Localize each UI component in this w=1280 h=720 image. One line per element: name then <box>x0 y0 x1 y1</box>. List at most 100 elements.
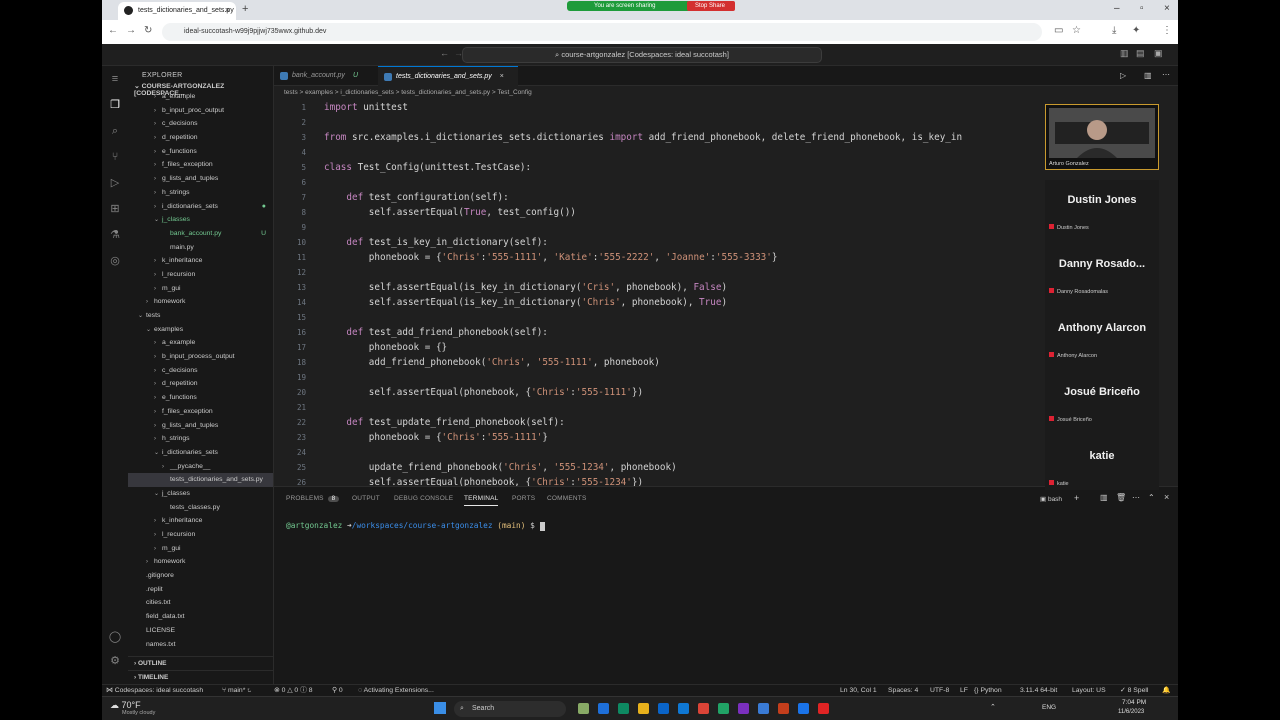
menu-icon[interactable]: ≡ <box>108 72 122 86</box>
kill-terminal-icon[interactable]: 🗑 <box>1116 493 1126 502</box>
source-control-icon[interactable]: ⑂ <box>108 150 122 164</box>
chrome-profile-icon[interactable] <box>798 703 809 714</box>
tree-item[interactable]: ⌄ j_classes <box>128 213 273 227</box>
tree-item[interactable]: cities.txt <box>128 596 273 610</box>
stop-share-button[interactable]: Stop Share <box>687 1 735 11</box>
cast-icon[interactable]: ▭ <box>1054 25 1063 36</box>
reload-icon[interactable]: ↻ <box>144 25 152 36</box>
language-indicator[interactable]: ENG <box>1042 704 1056 711</box>
tree-item[interactable]: › c_decisions <box>128 364 273 378</box>
url-field[interactable]: ideal-succotash-w99j9pjjwj735wwx.github.… <box>162 23 1042 41</box>
explorer-icon[interactable]: ❐ <box>108 98 122 112</box>
tree-item[interactable]: › l_recursion <box>128 268 273 282</box>
tab-debug-console[interactable]: DEBUG CONSOLE <box>394 495 453 502</box>
testing-icon[interactable]: ⚗ <box>108 228 122 242</box>
clock-time[interactable]: 7:04 PM <box>1122 699 1146 706</box>
tab-comments[interactable]: COMMENTS <box>547 495 587 502</box>
nav-back-icon[interactable]: ← <box>440 48 449 58</box>
tree-item[interactable]: › d_repetition <box>128 377 273 391</box>
sidebar-toggle-icon[interactable]: ▣ <box>1154 48 1163 59</box>
maximize-button[interactable]: ▫ <box>1140 3 1144 14</box>
excel-icon[interactable] <box>718 703 729 714</box>
tree-item[interactable]: tests_classes.py <box>128 501 273 515</box>
layout-icon[interactable]: ▥ <box>1120 48 1129 59</box>
browser-icon[interactable] <box>618 703 629 714</box>
download-icon[interactable]: ⤓ <box>1112 25 1116 36</box>
tree-item[interactable]: tests_dictionaries_and_sets.py <box>128 473 273 487</box>
minimize-button[interactable]: – <box>1114 3 1120 14</box>
tree-item[interactable]: › k_inheritance <box>128 514 273 528</box>
tree-item[interactable]: › e_functions <box>128 145 273 159</box>
close-window-button[interactable]: × <box>1164 3 1170 14</box>
new-terminal-icon[interactable]: + <box>1074 493 1079 503</box>
account-icon[interactable]: ◯ <box>108 630 122 644</box>
tree-item[interactable]: › f_files_exception <box>128 405 273 419</box>
app-icon[interactable] <box>818 703 829 714</box>
tree-item[interactable]: › h_strings <box>128 186 273 200</box>
tree-item[interactable]: › l_recursion <box>128 528 273 542</box>
windows-start-icon[interactable] <box>434 702 446 714</box>
command-center[interactable]: ⌕ course-artgonzalez [Codespaces: ideal … <box>462 47 822 63</box>
tree-item[interactable]: › g_lists_and_tuples <box>128 172 273 186</box>
tree-item[interactable]: LICENSE <box>128 624 273 638</box>
tree-item[interactable]: .gitignore <box>128 569 273 583</box>
tree-item[interactable]: .replit <box>128 583 273 597</box>
tree-item[interactable]: bank_account.py U <box>128 227 273 241</box>
tree-item[interactable]: field_data.txt <box>128 610 273 624</box>
new-tab-button[interactable]: + <box>242 3 248 15</box>
tree-item[interactable]: › a_example <box>128 90 273 104</box>
tree-item[interactable]: › d_repetition <box>128 131 273 145</box>
tree-item[interactable]: ⌄ tests <box>128 309 273 323</box>
tab-tests-dictionaries[interactable]: tests_dictionaries_and_sets.py × <box>378 66 518 86</box>
tree-item[interactable]: › __pycache__ <box>128 460 273 474</box>
bookmark-icon[interactable]: ☆ <box>1072 25 1081 36</box>
browser-tab[interactable]: tests_dictionaries_and_sets.py × <box>118 2 236 20</box>
tree-item[interactable]: › a_example <box>128 336 273 350</box>
tray-arrow-icon[interactable]: ⌃ <box>990 703 996 711</box>
onenote-icon[interactable] <box>738 703 749 714</box>
tree-item[interactable]: › homework <box>128 555 273 569</box>
terminal-output[interactable]: @artgonzalez ➜/workspaces/course-artgonz… <box>286 521 545 531</box>
split-terminal-icon[interactable]: ▥ <box>1100 493 1108 502</box>
more-actions-icon[interactable]: ⋯ <box>1162 70 1170 79</box>
maximize-panel-icon[interactable]: ⌃ <box>1148 493 1155 502</box>
tree-item[interactable]: › i_dictionaries_sets ● <box>128 200 273 214</box>
settings-gear-icon[interactable]: ⚙ <box>108 654 122 668</box>
more-actions-icon[interactable]: ⋯ <box>1132 493 1140 502</box>
taskbar-search[interactable]: ⌕ Search <box>454 701 566 717</box>
search-icon[interactable]: ⌕ <box>108 124 122 138</box>
timeline-section[interactable]: › TIMELINE <box>128 670 273 684</box>
tab-output[interactable]: OUTPUT <box>352 495 380 502</box>
code-editor[interactable]: 1 import unittest 2 3 from src.examples.i_di… <box>274 100 1178 486</box>
run-file-icon[interactable]: ▷ <box>1120 71 1126 80</box>
remote-explorer-icon[interactable]: ◎ <box>108 254 122 268</box>
run-debug-icon[interactable]: ▷ <box>108 176 122 190</box>
tree-item[interactable]: ⌄ examples <box>128 323 273 337</box>
extensions-icon[interactable]: ⊞ <box>108 202 122 216</box>
terminal-shell[interactable]: ▣ bash <box>1040 495 1062 503</box>
tree-item[interactable]: ⌄ i_dictionaries_sets <box>128 446 273 460</box>
tab-problems[interactable]: PROBLEMS 8 <box>286 495 340 502</box>
chrome-icon[interactable] <box>698 703 709 714</box>
extensions-icon[interactable]: ✦ <box>1132 25 1140 36</box>
close-tab-icon[interactable]: × <box>225 5 230 15</box>
close-tab-icon[interactable]: × <box>500 73 504 80</box>
close-panel-icon[interactable]: × <box>1164 492 1169 502</box>
tree-item[interactable]: › c_decisions <box>128 117 273 131</box>
forward-icon[interactable]: → <box>126 25 136 36</box>
powerpoint-icon[interactable] <box>778 703 789 714</box>
tree-item[interactable]: main.py <box>128 241 273 255</box>
tab-terminal[interactable]: TERMINAL <box>464 495 499 506</box>
panel-toggle-icon[interactable]: ▤ <box>1136 48 1145 59</box>
tree-item[interactable]: › b_input_proc_output <box>128 104 273 118</box>
tree-item[interactable]: ⌄ j_classes <box>128 487 273 501</box>
tree-item[interactable]: names.txt <box>128 638 273 652</box>
tree-item[interactable]: › m_gui <box>128 542 273 556</box>
tree-item[interactable]: › k_inheritance <box>128 254 273 268</box>
menu-icon[interactable]: ⋮ <box>1162 25 1172 36</box>
file-explorer-icon[interactable] <box>638 703 649 714</box>
tree-item[interactable]: › m_gui <box>128 282 273 296</box>
tree-item[interactable]: › homework <box>128 295 273 309</box>
back-icon[interactable]: ← <box>108 25 118 36</box>
tree-item[interactable]: › e_functions <box>128 391 273 405</box>
